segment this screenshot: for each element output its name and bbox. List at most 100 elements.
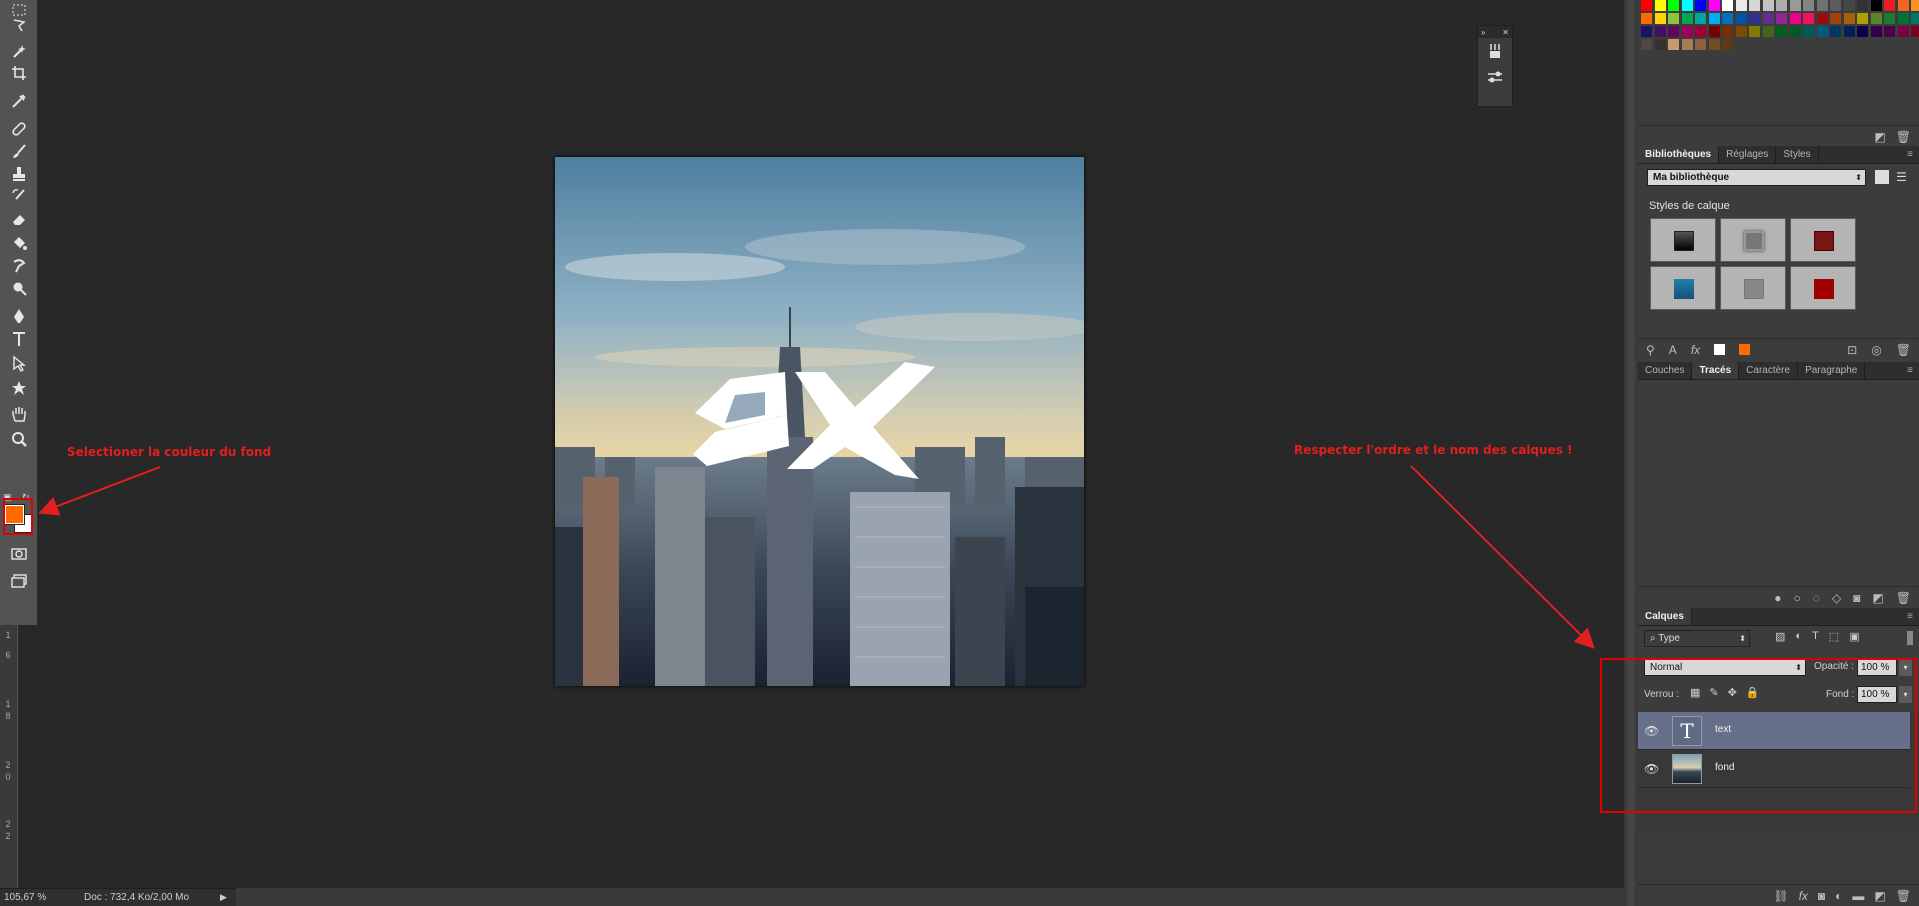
hand-icon[interactable] bbox=[6, 403, 32, 425]
make-path-icon[interactable]: ◇ bbox=[1832, 591, 1841, 605]
color-swatch[interactable] bbox=[1843, 0, 1855, 11]
zoom-icon[interactable] bbox=[6, 428, 32, 450]
stock-icon[interactable]: ⊡ bbox=[1847, 343, 1857, 357]
color-swatch[interactable] bbox=[1735, 0, 1747, 11]
color-swatch[interactable] bbox=[1911, 0, 1919, 11]
new-swatch-icon[interactable]: ◩ bbox=[1874, 130, 1885, 144]
trash-icon[interactable]: 🗑 bbox=[1896, 889, 1911, 903]
color-swatch[interactable] bbox=[1857, 26, 1868, 37]
adjustment-layer-icon[interactable]: ◐ bbox=[1835, 889, 1842, 903]
dodge-icon[interactable] bbox=[6, 278, 32, 300]
list-view-icon[interactable]: ☰ bbox=[1896, 171, 1907, 183]
color-swatch[interactable] bbox=[1654, 26, 1666, 37]
horizontal-scrollbar[interactable] bbox=[236, 888, 1624, 906]
color-swatch[interactable] bbox=[1870, 13, 1882, 24]
load-selection-icon[interactable]: ◌ bbox=[1813, 591, 1820, 605]
color-swatch[interactable] bbox=[1641, 39, 1652, 50]
color-swatch[interactable] bbox=[1708, 13, 1720, 24]
filter-toggle[interactable] bbox=[1907, 631, 1913, 645]
color-swatch[interactable] bbox=[1884, 0, 1895, 11]
filter-smart-object-icon[interactable]: ▣ bbox=[1849, 630, 1859, 643]
color-swatch[interactable] bbox=[1722, 13, 1733, 24]
color-swatch[interactable] bbox=[1681, 26, 1693, 37]
tab-character[interactable]: Caractère bbox=[1739, 362, 1799, 379]
tab-libraries[interactable]: Bibliothèques bbox=[1638, 146, 1720, 163]
color-swatch[interactable] bbox=[1884, 13, 1895, 24]
layer-style-tile[interactable] bbox=[1720, 218, 1786, 262]
path-selection-icon[interactable] bbox=[6, 353, 32, 375]
layer-style-fx-icon[interactable]: fx bbox=[1799, 889, 1808, 903]
color-swatch[interactable] bbox=[1708, 26, 1720, 37]
color-swatch[interactable] bbox=[1681, 13, 1693, 24]
tab-styles[interactable]: Styles bbox=[1776, 146, 1819, 163]
eraser-icon[interactable] bbox=[6, 208, 32, 230]
sync-icon[interactable]: ◎ bbox=[1871, 343, 1881, 357]
color-swatch[interactable] bbox=[1722, 0, 1733, 11]
magic-wand-icon[interactable] bbox=[6, 40, 32, 62]
tab-paragraph[interactable]: Paragraphe bbox=[1798, 362, 1866, 379]
color-swatch[interactable] bbox=[1708, 39, 1720, 50]
paint-bucket-icon[interactable] bbox=[6, 232, 32, 254]
color-swatch[interactable] bbox=[1695, 0, 1706, 11]
filter-adjustment-icon[interactable]: ◐ bbox=[1795, 630, 1802, 643]
link-layers-icon[interactable]: ⛓ bbox=[1773, 889, 1788, 903]
color-swatch[interactable] bbox=[1722, 39, 1733, 50]
layer-style-tile[interactable] bbox=[1650, 218, 1716, 262]
color-swatch[interactable] bbox=[1843, 26, 1855, 37]
add-char-style-icon[interactable]: A bbox=[1669, 343, 1677, 357]
color-swatch[interactable] bbox=[1897, 13, 1909, 24]
panel-menu-icon[interactable]: ≡ bbox=[1907, 608, 1919, 625]
status-menu-icon[interactable]: ▶ bbox=[220, 889, 227, 906]
add-mask-icon[interactable]: ◙ bbox=[1818, 889, 1825, 903]
brush-icon[interactable] bbox=[6, 140, 32, 162]
new-group-icon[interactable]: ▬ bbox=[1852, 889, 1864, 903]
eyedropper-icon[interactable] bbox=[6, 90, 32, 112]
add-mask-icon[interactable]: ◙ bbox=[1853, 591, 1860, 605]
color-swatch[interactable] bbox=[1803, 0, 1814, 11]
brush-presets-icon[interactable] bbox=[1478, 38, 1512, 64]
layer-style-tile[interactable] bbox=[1790, 218, 1856, 262]
color-swatch[interactable] bbox=[1735, 26, 1747, 37]
color-swatch[interactable] bbox=[1681, 0, 1693, 11]
color-swatch[interactable] bbox=[1789, 26, 1801, 37]
color-swatch[interactable] bbox=[1668, 26, 1679, 37]
color-swatch[interactable] bbox=[1776, 0, 1787, 11]
screen-mode-icon[interactable] bbox=[6, 570, 32, 592]
color-swatch[interactable] bbox=[1897, 0, 1909, 11]
color-swatch[interactable] bbox=[1762, 13, 1774, 24]
color-swatch[interactable] bbox=[1843, 13, 1855, 24]
history-brush-icon[interactable] bbox=[6, 185, 32, 207]
color-swatch[interactable] bbox=[1870, 26, 1882, 37]
color-swatch[interactable] bbox=[1641, 0, 1652, 11]
add-graphic-icon[interactable]: ⚲ bbox=[1646, 343, 1655, 357]
color-swatch[interactable] bbox=[1803, 13, 1814, 24]
close-icon[interactable]: ✕ bbox=[1502, 28, 1509, 37]
filter-pixel-icon[interactable]: ▨ bbox=[1775, 630, 1785, 643]
smudge-icon[interactable] bbox=[6, 255, 32, 277]
quick-mask-icon[interactable] bbox=[6, 543, 32, 565]
color-swatch[interactable] bbox=[1681, 39, 1693, 50]
color-swatch[interactable] bbox=[1789, 0, 1801, 11]
color-swatch[interactable] bbox=[1668, 39, 1679, 50]
color-swatch[interactable] bbox=[1816, 13, 1828, 24]
color-swatch[interactable] bbox=[1884, 26, 1895, 37]
color-swatch[interactable] bbox=[1654, 0, 1666, 11]
layer-style-tile[interactable] bbox=[1650, 266, 1716, 310]
color-swatch[interactable] bbox=[1695, 26, 1706, 37]
tab-layers[interactable]: Calques bbox=[1638, 608, 1692, 625]
color-swatch[interactable] bbox=[1762, 0, 1774, 11]
new-layer-icon[interactable]: ◩ bbox=[1874, 889, 1885, 903]
grid-view-icon[interactable] bbox=[1875, 170, 1889, 184]
healing-brush-icon[interactable] bbox=[6, 118, 32, 140]
add-bg-color-icon[interactable] bbox=[1739, 344, 1751, 355]
layer-style-tile[interactable] bbox=[1720, 266, 1786, 310]
color-swatch[interactable] bbox=[1708, 0, 1720, 11]
type-icon[interactable] bbox=[6, 328, 32, 350]
color-swatch[interactable] bbox=[1816, 0, 1828, 11]
library-select[interactable]: Ma bibliothèque ⬍ bbox=[1647, 169, 1866, 186]
layer-filter-select[interactable]: ⌕ Type ⬍ bbox=[1644, 630, 1750, 647]
color-swatch[interactable] bbox=[1749, 13, 1760, 24]
color-swatch[interactable] bbox=[1789, 13, 1801, 24]
tab-channels[interactable]: Couches bbox=[1638, 362, 1693, 379]
filter-shape-icon[interactable]: ⬚ bbox=[1829, 630, 1839, 643]
